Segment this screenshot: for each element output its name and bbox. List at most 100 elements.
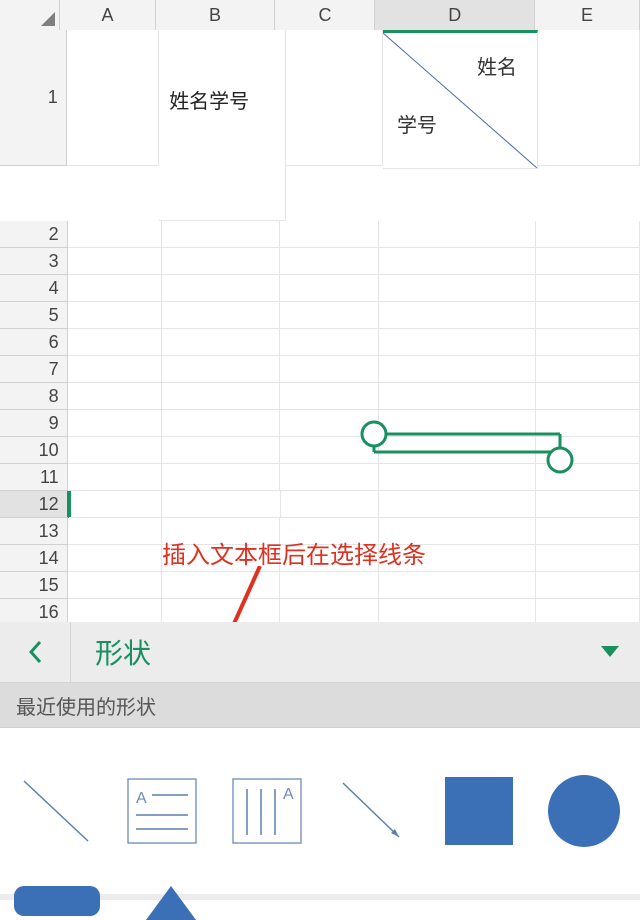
cell[interactable] bbox=[379, 248, 537, 275]
cell[interactable] bbox=[536, 545, 640, 572]
cell[interactable] bbox=[379, 491, 536, 518]
cell[interactable] bbox=[536, 248, 640, 275]
row-header-4[interactable]: 4 bbox=[0, 275, 68, 302]
cell[interactable] bbox=[162, 221, 280, 248]
row-header-3[interactable]: 3 bbox=[0, 248, 68, 275]
shape-arrow-line[interactable] bbox=[331, 768, 415, 854]
row-header-7[interactable]: 7 bbox=[0, 356, 68, 383]
cell[interactable] bbox=[68, 545, 162, 572]
row-header-11[interactable]: 11 bbox=[0, 464, 68, 491]
cell[interactable] bbox=[68, 383, 162, 410]
row-header-9[interactable]: 9 bbox=[0, 410, 68, 437]
column-header-A[interactable]: A bbox=[60, 0, 155, 31]
cell[interactable] bbox=[162, 275, 280, 302]
cell[interactable] bbox=[280, 383, 379, 410]
cell[interactable] bbox=[379, 221, 537, 248]
cell-A1[interactable] bbox=[67, 30, 159, 166]
cell[interactable] bbox=[68, 410, 162, 437]
cell[interactable] bbox=[280, 221, 379, 248]
cell[interactable] bbox=[536, 221, 640, 248]
cell[interactable] bbox=[162, 410, 280, 437]
svg-text:A: A bbox=[283, 786, 294, 803]
cell[interactable] bbox=[280, 302, 379, 329]
cell[interactable] bbox=[280, 248, 379, 275]
shape-textbox-horizontal[interactable]: A bbox=[120, 768, 204, 854]
cell[interactable] bbox=[536, 302, 640, 329]
row-header-14[interactable]: 14 bbox=[0, 545, 68, 572]
cell[interactable] bbox=[379, 356, 537, 383]
cell[interactable] bbox=[280, 572, 379, 599]
cell[interactable] bbox=[280, 329, 379, 356]
cell[interactable] bbox=[68, 302, 162, 329]
cell[interactable] bbox=[536, 410, 640, 437]
cell[interactable] bbox=[68, 518, 162, 545]
shape-rounded-rectangle[interactable] bbox=[14, 886, 100, 916]
cell[interactable] bbox=[536, 518, 640, 545]
select-all-triangle[interactable] bbox=[0, 0, 60, 31]
cell[interactable] bbox=[162, 491, 280, 518]
cell[interactable] bbox=[68, 329, 162, 356]
cell[interactable] bbox=[162, 302, 280, 329]
cell[interactable] bbox=[379, 329, 537, 356]
row-header-2[interactable]: 2 bbox=[0, 221, 68, 248]
cell[interactable] bbox=[280, 464, 379, 491]
cell[interactable] bbox=[536, 356, 640, 383]
cell-A12-active[interactable] bbox=[69, 491, 163, 518]
shape-oval[interactable] bbox=[542, 768, 626, 854]
cell[interactable] bbox=[536, 329, 640, 356]
column-header-D[interactable]: D bbox=[375, 0, 535, 32]
cell[interactable] bbox=[536, 437, 640, 464]
cell[interactable] bbox=[280, 275, 379, 302]
cell[interactable] bbox=[162, 329, 280, 356]
row-header-15[interactable]: 15 bbox=[0, 572, 68, 599]
row-header-1[interactable]: 1 bbox=[0, 30, 67, 166]
cell[interactable] bbox=[280, 410, 379, 437]
row-header-8[interactable]: 8 bbox=[0, 383, 68, 410]
shape-rectangle[interactable] bbox=[437, 768, 521, 854]
row-header-10[interactable]: 10 bbox=[0, 437, 68, 464]
cell[interactable] bbox=[68, 356, 162, 383]
cell-D1-diagonal-header[interactable]: 姓名 学号 bbox=[383, 30, 538, 169]
column-header-B[interactable]: B bbox=[156, 0, 276, 31]
cell[interactable] bbox=[162, 248, 280, 275]
column-header-E[interactable]: E bbox=[535, 0, 640, 31]
cell[interactable] bbox=[162, 464, 280, 491]
cell[interactable] bbox=[162, 356, 280, 383]
cell[interactable] bbox=[68, 248, 162, 275]
cell[interactable] bbox=[280, 356, 379, 383]
cell[interactable] bbox=[536, 275, 640, 302]
shape-triangle[interactable] bbox=[146, 886, 196, 920]
panel-dropdown-button[interactable] bbox=[580, 646, 640, 658]
cell[interactable] bbox=[68, 464, 162, 491]
cell[interactable] bbox=[536, 572, 640, 599]
cell[interactable] bbox=[281, 491, 380, 518]
row-header-12[interactable]: 12 bbox=[0, 491, 69, 518]
cell-B1[interactable]: 姓名学号 bbox=[159, 30, 286, 221]
column-header-C[interactable]: C bbox=[275, 0, 375, 31]
cell[interactable] bbox=[68, 437, 162, 464]
cell[interactable] bbox=[68, 572, 162, 599]
cell[interactable] bbox=[162, 437, 280, 464]
cell[interactable] bbox=[379, 572, 537, 599]
cell[interactable] bbox=[379, 464, 537, 491]
cell[interactable] bbox=[379, 383, 537, 410]
cell-E1[interactable] bbox=[538, 30, 640, 166]
cell[interactable] bbox=[379, 302, 537, 329]
cell[interactable] bbox=[379, 437, 537, 464]
cell[interactable] bbox=[379, 275, 537, 302]
row-header-13[interactable]: 13 bbox=[0, 518, 68, 545]
shape-line[interactable] bbox=[14, 768, 98, 854]
cell[interactable] bbox=[536, 491, 640, 518]
cell[interactable] bbox=[280, 437, 379, 464]
cell[interactable] bbox=[68, 221, 162, 248]
row-header-5[interactable]: 5 bbox=[0, 302, 68, 329]
panel-back-button[interactable] bbox=[0, 622, 71, 682]
cell-C1[interactable] bbox=[286, 30, 383, 166]
cell[interactable] bbox=[68, 275, 162, 302]
row-header-6[interactable]: 6 bbox=[0, 329, 68, 356]
cell[interactable] bbox=[536, 383, 640, 410]
cell[interactable] bbox=[162, 383, 280, 410]
shape-textbox-vertical[interactable]: A bbox=[225, 768, 309, 854]
cell[interactable] bbox=[379, 410, 537, 437]
cell[interactable] bbox=[536, 464, 640, 491]
